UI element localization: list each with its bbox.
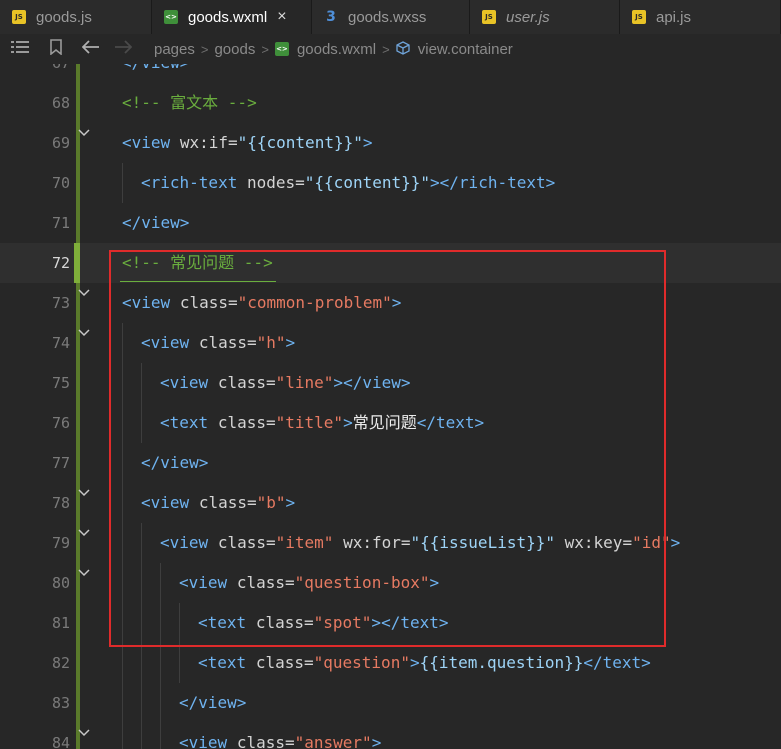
tab-label: goods.js [36, 8, 92, 26]
code-line-69: <view wx:if="{{content}}"> [122, 133, 373, 152]
current-line-highlight [0, 243, 781, 283]
line-number-current: 72 [51, 254, 70, 272]
code-line-81: <text class="spot"></text> [198, 613, 449, 632]
fold-chevron-icon[interactable] [78, 273, 90, 313]
tab-goods-js[interactable]: JS goods.js [0, 0, 152, 34]
code-line-80: <view class="question-box"> [179, 573, 440, 592]
code-editor[interactable]: 67 68 69 70 71 72 73 74 75 76 77 78 79 8… [0, 64, 781, 749]
js-file-icon: JS [12, 10, 26, 24]
wxml-file-icon: <> [164, 10, 178, 24]
code-line-75: <view class="line"></view> [160, 373, 411, 392]
indent-guide [122, 163, 123, 203]
forward-arrow-icon[interactable] [114, 39, 133, 59]
breadcrumb-symbol[interactable]: view.container [418, 41, 513, 58]
code-line-72: <!-- 常见问题 --> [122, 253, 273, 272]
line-number: 68 [51, 94, 70, 112]
line-number: 77 [51, 454, 70, 472]
symbol-cube-icon [396, 40, 410, 58]
code-line-74: <view class="h"> [141, 333, 296, 352]
line-number: 80 [51, 574, 70, 592]
close-icon[interactable]: × [277, 8, 286, 26]
bookmark-icon[interactable] [48, 38, 64, 60]
code-line-83: </view> [179, 693, 247, 712]
code-line-70: <rich-text nodes="{{content}}"></rich-te… [141, 173, 556, 192]
tab-user-js[interactable]: JS user.js [470, 0, 620, 34]
line-number: 84 [51, 734, 70, 749]
fold-chevron-icon[interactable] [78, 473, 90, 513]
line-number: 82 [51, 654, 70, 672]
breadcrumb: pages > goods > <> goods.wxml > view.con… [0, 34, 781, 64]
tab-label: goods.wxml [188, 8, 268, 26]
fold-chevron-icon[interactable] [78, 513, 90, 553]
code-line-71: </view> [122, 213, 190, 232]
code-line-82: <text class="question">{{item.question}}… [198, 653, 651, 672]
line-number: 67 [0, 64, 70, 83]
fold-chevron-icon[interactable] [78, 313, 90, 353]
indent-guide [179, 603, 180, 683]
code-line-79: <view class="item" wx:for="{{issueList}}… [160, 533, 681, 552]
line-number: 70 [51, 174, 70, 192]
chevron-right-icon: > [261, 41, 269, 57]
breadcrumb-pages[interactable]: pages [154, 41, 195, 58]
tab-goods-wxss[interactable]: 3 goods.wxss [312, 0, 470, 34]
code-line-68: <!-- 富文本 --> [122, 93, 257, 112]
list-icon[interactable] [10, 40, 30, 59]
tab-label: user.js [506, 8, 550, 26]
line-number: 74 [51, 334, 70, 352]
breadcrumb-goods[interactable]: goods [214, 41, 255, 58]
line-number: 83 [51, 694, 70, 712]
indent-guide [141, 523, 142, 749]
line-number: 71 [51, 214, 70, 232]
line-number: 79 [51, 534, 70, 552]
chevron-right-icon: > [200, 41, 209, 57]
breadcrumb-file[interactable]: goods.wxml [297, 41, 376, 58]
code-line-73: <view class="common-problem"> [122, 293, 402, 312]
tab-goods-wxml[interactable]: <> goods.wxml × [152, 0, 312, 34]
line-number: 78 [51, 494, 70, 512]
line-number: 81 [51, 614, 70, 632]
code-line-77: </view> [141, 453, 209, 472]
css-file-icon: 3 [326, 9, 336, 25]
fold-chevron-icon[interactable] [78, 113, 90, 153]
line-number: 73 [51, 294, 70, 312]
js-file-icon: JS [482, 10, 496, 24]
git-change-bar [76, 64, 80, 749]
indent-guide [122, 323, 123, 749]
chevron-right-icon: > [382, 41, 390, 57]
editor-tab-bar: JS goods.js <> goods.wxml × 3 goods.wxss… [0, 0, 781, 34]
indent-guide [141, 363, 142, 443]
fold-chevron-icon[interactable] [78, 713, 90, 749]
line-number: 69 [51, 134, 70, 152]
code-line-78: <view class="b"> [141, 493, 296, 512]
line-number: 76 [51, 414, 70, 432]
fold-chevron-icon[interactable] [78, 553, 90, 593]
comment-underline [120, 281, 276, 282]
tab-api-js[interactable]: JS api.js [620, 0, 781, 34]
tab-label: goods.wxss [348, 8, 427, 26]
indent-guide [160, 563, 161, 749]
js-file-icon: JS [632, 10, 646, 24]
code-line-76: <text class="title">常见问题</text> [160, 413, 485, 432]
back-arrow-icon[interactable] [81, 39, 100, 59]
line-number: 75 [51, 374, 70, 392]
tab-label: api.js [656, 8, 692, 26]
code-line-84: <view class="answer"> [179, 733, 382, 749]
code-line-67: </view> [122, 64, 189, 83]
wxml-file-icon: <> [274, 42, 289, 56]
